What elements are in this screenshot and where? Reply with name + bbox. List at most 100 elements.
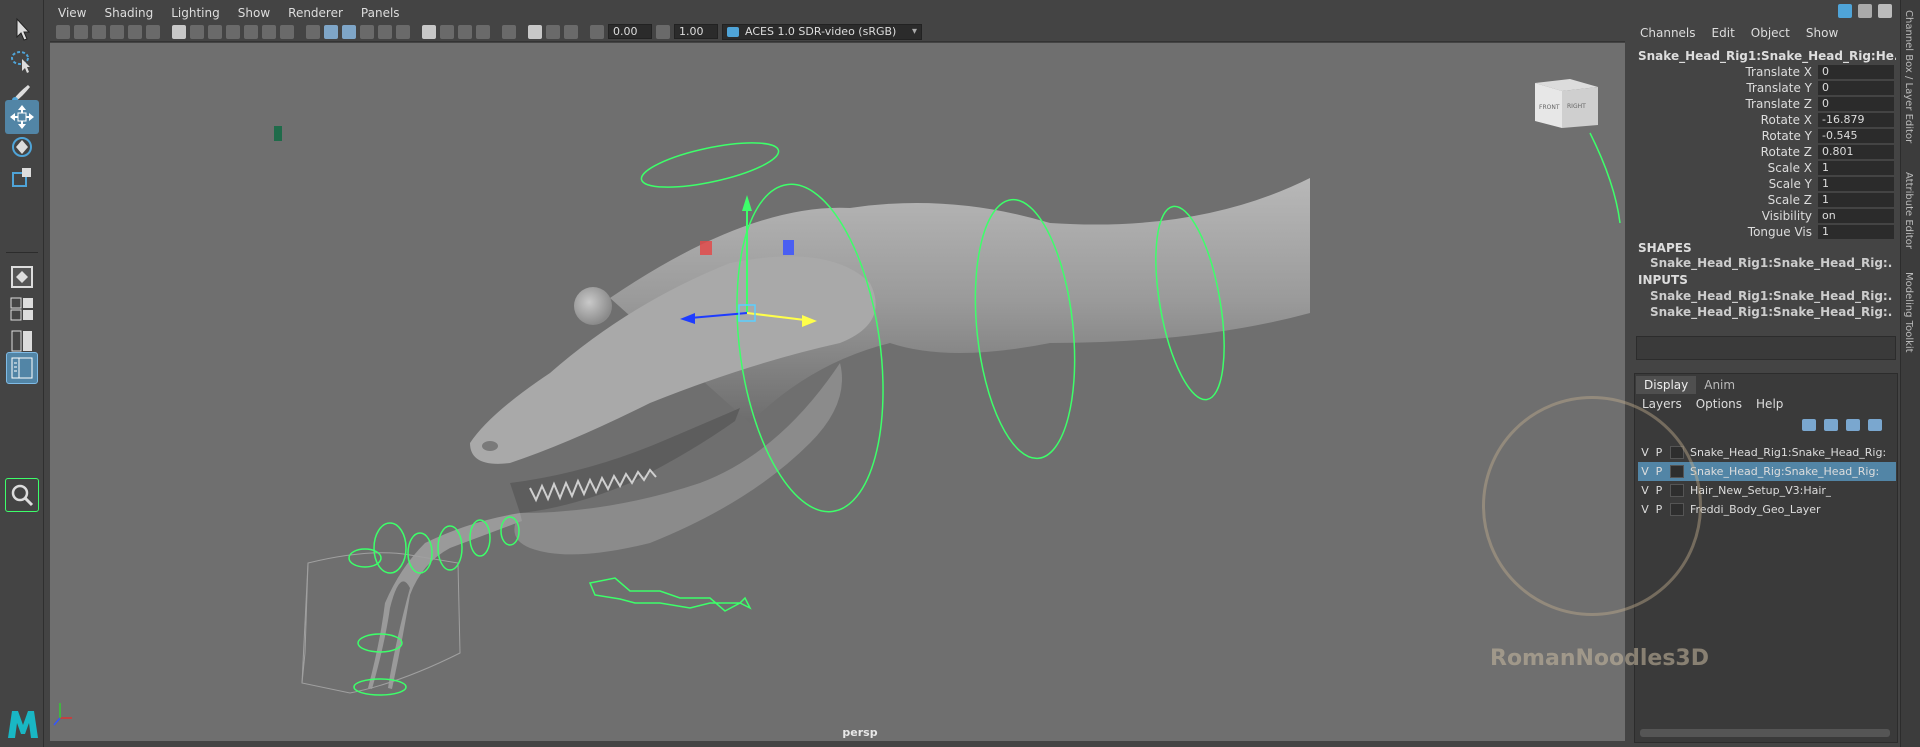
rotate-tool[interactable]: [5, 130, 39, 164]
gamma-field[interactable]: 1.00: [674, 24, 718, 39]
menu-view[interactable]: View: [58, 4, 86, 22]
attr-row[interactable]: Translate Z 0: [1638, 96, 1896, 112]
menu-show-cb[interactable]: Show: [1806, 26, 1838, 40]
move-layer-up-icon[interactable]: [1802, 419, 1816, 431]
scale-tool[interactable]: [5, 160, 39, 194]
safe-title-icon[interactable]: [280, 24, 294, 39]
attr-value[interactable]: 0: [1818, 97, 1894, 111]
attr-value[interactable]: 1: [1818, 193, 1894, 207]
side-tab-attribute-editor[interactable]: Attribute Editor: [1903, 172, 1914, 249]
bookmarks-icon[interactable]: [92, 24, 106, 39]
lasso-tool[interactable]: [5, 44, 39, 78]
move-tool[interactable]: [5, 100, 39, 134]
single-pane-layout[interactable]: [5, 260, 39, 294]
menu-edit[interactable]: Edit: [1712, 26, 1735, 40]
tongue-control-root[interactable]: [353, 678, 407, 696]
menu-shading[interactable]: Shading: [104, 4, 153, 22]
attr-row[interactable]: Scale Z 1: [1638, 192, 1896, 208]
collapse-icon[interactable]: [1858, 4, 1872, 18]
input-item[interactable]: Snake_Head_Rig1:Snake_Head_Rig:...: [1650, 289, 1892, 303]
tongue-control-2[interactable]: [373, 522, 407, 574]
menu-object[interactable]: Object: [1751, 26, 1790, 40]
grid-icon[interactable]: [172, 24, 186, 39]
attr-row[interactable]: Scale X 1: [1638, 160, 1896, 176]
xray-icon[interactable]: [528, 24, 542, 39]
side-tab-modeling-toolkit[interactable]: Modeling Toolkit: [1903, 272, 1914, 353]
gamma-icon[interactable]: [656, 24, 670, 39]
menu-help[interactable]: Help: [1756, 397, 1783, 411]
film-gate-icon[interactable]: [190, 24, 204, 39]
depth-of-field-icon[interactable]: [476, 24, 490, 39]
input-item[interactable]: Snake_Head_Rig1:Snake_Head_Rig:...: [1650, 305, 1892, 319]
attr-row[interactable]: Translate X 0: [1638, 64, 1896, 80]
tongue-control-1[interactable]: [348, 548, 382, 568]
smooth-shade-icon[interactable]: [324, 24, 338, 39]
selected-object-name[interactable]: Snake_Head_Rig1:Snake_Head_Rig:He...: [1638, 49, 1896, 63]
close-icon[interactable]: [1878, 4, 1892, 18]
snake-tongue[interactable]: [368, 513, 522, 689]
view-cube[interactable]: FRONT RIGHT: [1535, 79, 1598, 128]
menu-lighting[interactable]: Lighting: [171, 4, 220, 22]
exposure-field[interactable]: 0.00: [608, 24, 652, 39]
pin-icon[interactable]: [1838, 4, 1852, 18]
attr-value[interactable]: -0.545: [1818, 129, 1894, 143]
anti-aliasing-icon[interactable]: [458, 24, 472, 39]
attr-row[interactable]: Rotate X -16.879: [1638, 112, 1896, 128]
xray-components-icon[interactable]: [564, 24, 578, 39]
attr-value[interactable]: 0: [1818, 81, 1894, 95]
camera-attributes-icon[interactable]: [74, 24, 88, 39]
menu-layers[interactable]: Layers: [1642, 397, 1682, 411]
attr-row[interactable]: Rotate Z 0.801: [1638, 144, 1896, 160]
search-tool[interactable]: [5, 478, 39, 512]
head-control-ring[interactable]: [638, 134, 782, 196]
attr-value[interactable]: 1: [1818, 225, 1894, 239]
menu-channels[interactable]: Channels: [1640, 26, 1696, 40]
gate-mask-icon[interactable]: [226, 24, 240, 39]
attr-value[interactable]: 1: [1818, 177, 1894, 191]
new-layer-icon[interactable]: [1846, 419, 1860, 431]
field-chart-icon[interactable]: [244, 24, 258, 39]
locator-marker[interactable]: [274, 126, 282, 141]
xray-joints-icon[interactable]: [546, 24, 560, 39]
attr-value[interactable]: on: [1818, 209, 1894, 223]
snake-eye[interactable]: [574, 287, 612, 325]
attr-row[interactable]: Visibility on: [1638, 208, 1896, 224]
color-space-dropdown[interactable]: ACES 1.0 SDR-video (sRGB): [722, 23, 922, 40]
layer-name[interactable]: Snake_Head_Rig1:Snake_Head_Rig:: [1690, 446, 1886, 459]
new-layer-selected-icon[interactable]: [1868, 419, 1882, 431]
attr-value[interactable]: 0: [1818, 65, 1894, 79]
attr-row[interactable]: Tongue Vis 1: [1638, 224, 1896, 240]
layer-name[interactable]: Freddi_Body_Geo_Layer: [1690, 503, 1821, 516]
attr-value[interactable]: -16.879: [1818, 113, 1894, 127]
outliner-layout[interactable]: [6, 352, 38, 384]
2d-pan-zoom-icon[interactable]: [128, 24, 142, 39]
side-tab-channel-box[interactable]: Channel Box / Layer Editor: [1903, 10, 1914, 143]
select-camera-icon[interactable]: [56, 24, 70, 39]
spine-control-ring-3[interactable]: [1589, 132, 1621, 224]
shadows-icon[interactable]: [396, 24, 410, 39]
motion-blur-icon[interactable]: [440, 24, 454, 39]
tongue-lattice[interactable]: [301, 552, 461, 694]
menu-options[interactable]: Options: [1696, 397, 1742, 411]
attr-row[interactable]: Rotate Y -0.545: [1638, 128, 1896, 144]
menu-panels[interactable]: Panels: [361, 4, 400, 22]
attr-row[interactable]: Scale Y 1: [1638, 176, 1896, 192]
layer-name[interactable]: Snake_Head_Rig:Snake_Head_Rig:: [1690, 465, 1879, 478]
shape-item[interactable]: Snake_Head_Rig1:Snake_Head_Rig:...: [1650, 256, 1892, 270]
attr-value[interactable]: 0.801: [1818, 145, 1894, 159]
layer-name[interactable]: Hair_New_Setup_V3:Hair_: [1690, 484, 1831, 497]
menu-show[interactable]: Show: [238, 4, 270, 22]
attr-value[interactable]: 1: [1818, 161, 1894, 175]
select-tool[interactable]: [5, 12, 39, 46]
3d-viewport[interactable]: FRONT RIGHT: [50, 43, 1625, 741]
resolution-gate-icon[interactable]: [208, 24, 222, 39]
wireframe-on-shaded-icon[interactable]: [342, 24, 356, 39]
image-plane-icon[interactable]: [110, 24, 124, 39]
ambient-occlusion-icon[interactable]: [422, 24, 436, 39]
safe-action-icon[interactable]: [262, 24, 276, 39]
four-pane-layout[interactable]: [5, 292, 39, 326]
jaw-control-curve[interactable]: [588, 577, 752, 612]
menu-renderer[interactable]: Renderer: [288, 4, 343, 22]
wireframe-icon[interactable]: [306, 24, 320, 39]
move-layer-down-icon[interactable]: [1824, 419, 1838, 431]
